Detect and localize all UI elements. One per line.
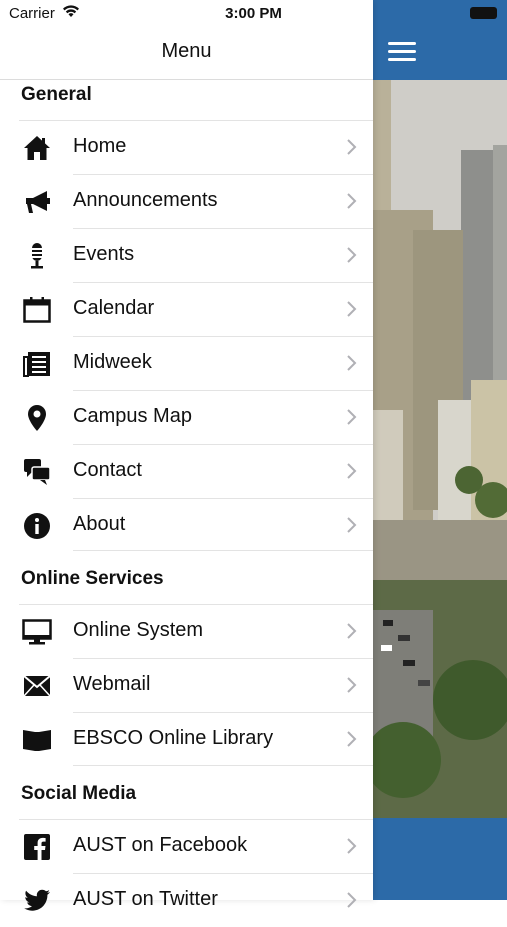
menu-item-label: Online System (73, 619, 204, 641)
menu-item-ebsco-online-library[interactable]: EBSCO Online Library (0, 713, 373, 766)
twitter-icon (22, 887, 52, 915)
menu-item-label: Home (73, 135, 127, 157)
menu-item-label: AUST on Facebook (73, 834, 248, 856)
menu-item-label: Midweek (73, 351, 152, 373)
chevron-right-icon (345, 836, 359, 856)
monitor-icon (22, 618, 52, 646)
menu-item-label: About (73, 513, 126, 535)
chevron-right-icon (345, 729, 359, 749)
menu-item-events[interactable]: Events (0, 229, 373, 282)
chevron-right-icon (345, 353, 359, 373)
chevron-right-icon (345, 461, 359, 481)
menu-item-announcements[interactable]: Announcements (0, 175, 373, 228)
menu-item-label: Announcements (73, 189, 218, 211)
side-menu-drawer: Menu General Home Announcements Events C… (0, 0, 373, 911)
calendar-icon (22, 296, 52, 324)
chevron-right-icon (345, 515, 359, 535)
menu-item-webmail[interactable]: Webmail (0, 659, 373, 712)
city-aerial-photo (373, 80, 507, 818)
status-time: 3:00 PM (225, 5, 282, 22)
menu-item-campus-map[interactable]: Campus Map (0, 391, 373, 444)
menu-item-calendar[interactable]: Calendar (0, 283, 373, 336)
menu-item-online-system[interactable]: Online System (0, 605, 373, 658)
status-bar: Carrier 3:00 PM (0, 0, 507, 28)
chevron-right-icon (345, 621, 359, 641)
chevron-right-icon (345, 245, 359, 265)
chevron-right-icon (345, 890, 359, 910)
menu-item-label: Campus Map (73, 405, 192, 427)
menu-item-aust-on-facebook[interactable]: AUST on Facebook (0, 820, 373, 873)
section-header-social-media: Social Media (21, 783, 137, 804)
menu-item-midweek[interactable]: Midweek (0, 337, 373, 390)
main-content-pane (373, 0, 507, 900)
menu-item-label: Calendar (73, 297, 155, 319)
divider (73, 550, 373, 551)
section-header-online-services: Online Services (21, 568, 164, 589)
menu-item-home[interactable]: Home (0, 121, 373, 174)
content-bottom-bar (373, 818, 507, 900)
chevron-right-icon (345, 191, 359, 211)
menu-item-about[interactable]: About (0, 499, 373, 552)
newspaper-icon (22, 350, 52, 378)
title-divider (0, 79, 373, 80)
chevron-right-icon (345, 299, 359, 319)
drawer-title: Menu (161, 40, 212, 62)
menu-item-contact[interactable]: Contact (0, 445, 373, 498)
menu-item-label: Contact (73, 459, 142, 481)
menu-item-label: Webmail (73, 673, 151, 695)
chevron-right-icon (345, 137, 359, 157)
book-icon (22, 726, 52, 754)
info-icon (22, 512, 52, 540)
chevron-right-icon (345, 675, 359, 695)
section-header-general: General (21, 84, 92, 105)
home-icon (22, 134, 52, 162)
map-pin-icon (22, 404, 52, 432)
hamburger-icon[interactable] (388, 42, 416, 62)
chat-bubbles-icon (22, 458, 52, 486)
microphone-icon (22, 242, 52, 270)
megaphone-icon (22, 188, 52, 216)
battery-icon (470, 7, 497, 19)
facebook-icon (22, 833, 52, 861)
menu-item-label: EBSCO Online Library (73, 727, 274, 749)
menu-item-aust-on-twitter[interactable]: AUST on Twitter (0, 874, 373, 927)
chevron-right-icon (345, 407, 359, 427)
divider (73, 765, 373, 766)
envelope-icon (22, 672, 52, 700)
menu-item-label: Events (73, 243, 135, 265)
